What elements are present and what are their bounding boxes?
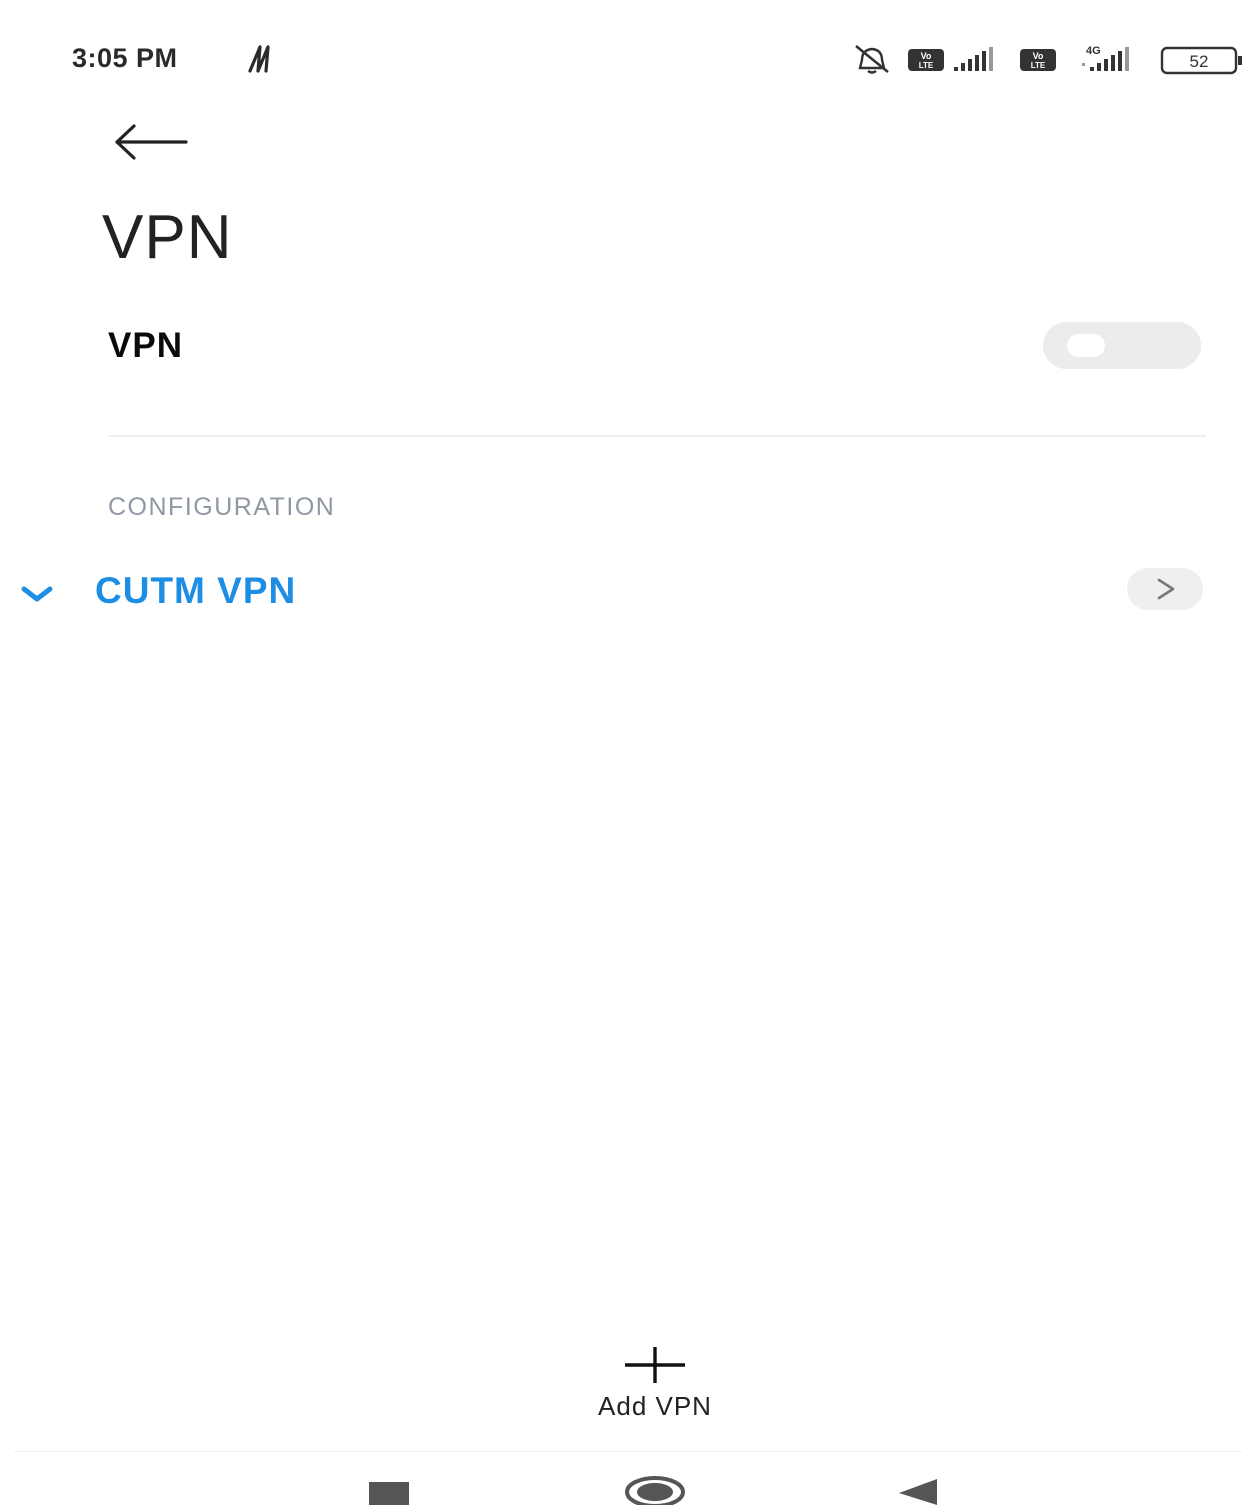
- nav-divider: [14, 1451, 1242, 1452]
- section-header-configuration: CONFIGURATION: [108, 493, 336, 521]
- svg-text:LTE: LTE: [1031, 61, 1046, 70]
- home-icon[interactable]: [624, 1474, 686, 1508]
- network-type: 4G: [1086, 45, 1101, 57]
- svg-text:52: 52: [1190, 52, 1209, 71]
- add-vpn-label: Add VPN: [598, 1391, 712, 1421]
- vpn-toggle[interactable]: [1043, 322, 1201, 369]
- signal-icon: [954, 47, 993, 71]
- add-vpn-button[interactable]: Add VPN: [555, 1345, 755, 1425]
- status-icons: Vo LTE Vo LTE 4G 52: [850, 42, 1250, 76]
- vpn-profile-name: CUTM VPN: [95, 570, 297, 611]
- volte-icon: Vo LTE: [908, 49, 944, 71]
- volte-icon: Vo LTE: [1020, 49, 1056, 71]
- nfc-icon: [246, 44, 282, 74]
- svg-text:Vo: Vo: [1033, 51, 1044, 61]
- chevron-right-icon: [1157, 578, 1175, 600]
- status-time: 3:05 PM: [72, 43, 178, 73]
- svg-text:Vo: Vo: [921, 51, 932, 61]
- toggle-knob: [1067, 334, 1105, 357]
- vpn-toggle-label: VPN: [108, 326, 183, 365]
- page-title: VPN: [102, 203, 233, 272]
- mute-icon: [855, 44, 889, 74]
- divider: [108, 435, 1206, 437]
- vpn-profile-item[interactable]: CUTM VPN: [0, 560, 1255, 622]
- back-arrow-icon[interactable]: [112, 122, 190, 162]
- back-icon[interactable]: [897, 1478, 939, 1505]
- battery-icon: 52: [1160, 46, 1242, 75]
- recents-icon[interactable]: [369, 1482, 409, 1505]
- vpn-profile-details-button[interactable]: [1127, 568, 1203, 610]
- svg-text:LTE: LTE: [919, 61, 934, 70]
- chevron-down-icon: [20, 584, 54, 604]
- plus-icon: [623, 1345, 687, 1385]
